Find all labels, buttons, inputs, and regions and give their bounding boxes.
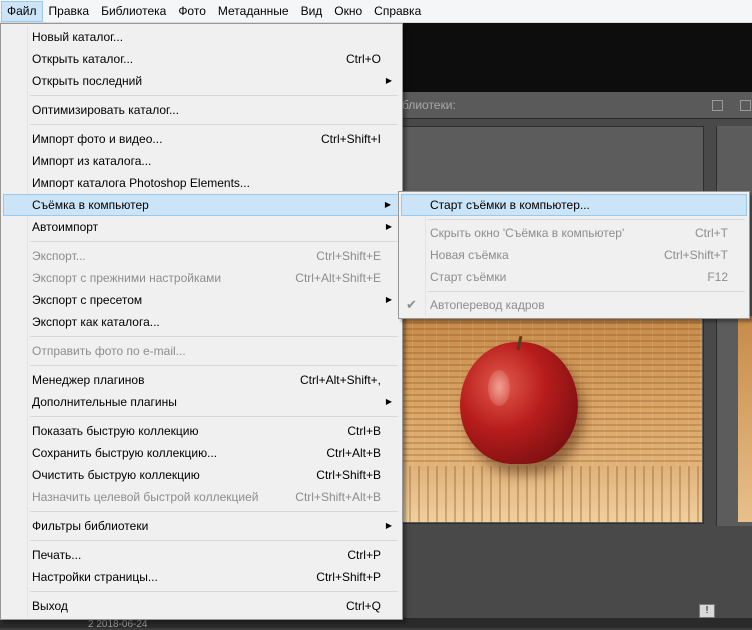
file-menu: Новый каталог... Открыть каталог... Ctrl… <box>0 23 403 620</box>
menu-item-plugin-manager[interactable]: Менеджер плагинов Ctrl+Alt+Shift+, <box>3 369 400 391</box>
filmstrip-date: 2 2018-06-24 <box>88 619 148 630</box>
menu-item-save-quick-collection[interactable]: Сохранить быструю коллекцию... Ctrl+Alt+… <box>3 442 400 464</box>
menu-library[interactable]: Библиотека <box>95 1 172 22</box>
menu-edit[interactable]: Правка <box>43 1 96 22</box>
menu-separator <box>30 511 398 512</box>
menu-item-export[interactable]: Экспорт... Ctrl+Shift+E <box>3 245 400 267</box>
menu-separator <box>30 540 398 541</box>
menu-separator <box>30 416 398 417</box>
menu-item-export-preset[interactable]: Экспорт с пресетом ▶ <box>3 289 400 311</box>
menu-item-import-pse-catalog[interactable]: Импорт каталога Photoshop Elements... <box>3 172 400 194</box>
menu-item-show-quick-collection[interactable]: Показать быструю коллекцию Ctrl+B <box>3 420 400 442</box>
menu-separator <box>428 291 745 292</box>
menu-item-optimize-catalog[interactable]: Оптимизировать каталог... <box>3 99 400 121</box>
menu-item-clear-quick-collection[interactable]: Очистить быструю коллекцию Ctrl+Shift+B <box>3 464 400 486</box>
menu-window[interactable]: Окно <box>328 1 368 22</box>
menu-item-open-recent[interactable]: Открыть последний ▶ <box>3 70 400 92</box>
library-panel-strip: блиотеки: <box>400 92 752 119</box>
menu-item-auto-advance[interactable]: ✔ Автоперевод кадров <box>401 294 747 316</box>
menu-item-new-catalog[interactable]: Новый каталог... <box>3 26 400 48</box>
menu-item-hide-tether-window[interactable]: Скрыть окно 'Съёмка в компьютер' Ctrl+T <box>401 222 747 244</box>
submenu-arrow-icon: ▶ <box>385 222 392 231</box>
menu-item-auto-import[interactable]: Автоимпорт ▶ <box>3 216 400 238</box>
menu-item-library-filters[interactable]: Фильтры библиотеки ▶ <box>3 515 400 537</box>
submenu-arrow-icon: ▶ <box>385 521 392 530</box>
menu-item-exit[interactable]: Выход Ctrl+Q <box>3 595 400 617</box>
submenu-arrow-icon: ▶ <box>385 397 392 406</box>
menu-item-plugin-extras[interactable]: Дополнительные плагины ▶ <box>3 391 400 413</box>
menu-item-import-photos[interactable]: Импорт фото и видео... Ctrl+Shift+I <box>3 128 400 150</box>
menu-item-open-catalog[interactable]: Открыть каталог... Ctrl+O <box>3 48 400 70</box>
menu-separator <box>30 124 398 125</box>
panel-toggle-icon[interactable] <box>740 100 751 111</box>
menu-separator <box>30 336 398 337</box>
lightroom-header-area <box>400 23 752 92</box>
menu-file[interactable]: Файл <box>1 0 43 22</box>
submenu-arrow-icon: ▶ <box>385 76 392 85</box>
menubar: Файл Правка Библиотека Фото Метаданные В… <box>0 0 752 23</box>
photo-thumbnail[interactable] <box>738 316 752 522</box>
menu-separator <box>30 365 398 366</box>
menu-separator <box>30 241 398 242</box>
menu-item-page-setup[interactable]: Настройки страницы... Ctrl+Shift+P <box>3 566 400 588</box>
menu-item-email-photo[interactable]: Отправить фото по e-mail... <box>3 340 400 362</box>
menu-separator <box>30 95 398 96</box>
menu-photo[interactable]: Фото <box>172 1 212 22</box>
tethered-capture-submenu: Старт съёмки в компьютер... Скрыть окно … <box>398 191 750 319</box>
panel-toggle-icon[interactable] <box>712 100 723 111</box>
menu-separator <box>30 591 398 592</box>
warning-badge-icon[interactable]: ! <box>699 604 715 618</box>
photo-thumbnail[interactable] <box>400 316 702 522</box>
menu-item-new-shot[interactable]: Новая съёмка Ctrl+Shift+T <box>401 244 747 266</box>
menu-item-trigger-capture[interactable]: Старт съёмки F12 <box>401 266 747 288</box>
menu-view[interactable]: Вид <box>295 1 329 22</box>
menu-item-print[interactable]: Печать... Ctrl+P <box>3 544 400 566</box>
apple-image <box>460 342 578 464</box>
menu-item-start-tethered-capture[interactable]: Старт съёмки в компьютер... <box>401 194 747 216</box>
submenu-arrow-icon: ▶ <box>385 295 392 304</box>
menu-metadata[interactable]: Метаданные <box>212 1 295 22</box>
bamboo-mat <box>400 466 702 522</box>
submenu-arrow-icon: ▶ <box>384 200 391 209</box>
menu-item-import-from-catalog[interactable]: Импорт из каталога... <box>3 150 400 172</box>
menu-item-export-previous[interactable]: Экспорт с прежними настройками Ctrl+Alt+… <box>3 267 400 289</box>
menu-item-tethered-capture[interactable]: Съёмка в компьютер ▶ <box>3 194 400 216</box>
menu-item-export-as-catalog[interactable]: Экспорт как каталога... <box>3 311 400 333</box>
checkmark-icon: ✔ <box>406 297 417 312</box>
menu-separator <box>428 219 745 220</box>
menu-help[interactable]: Справка <box>368 1 427 22</box>
menu-item-set-target-collection[interactable]: Назначить целевой быстрой коллекцией Ctr… <box>3 486 400 508</box>
library-panel-label: блиотеки: <box>402 98 456 112</box>
